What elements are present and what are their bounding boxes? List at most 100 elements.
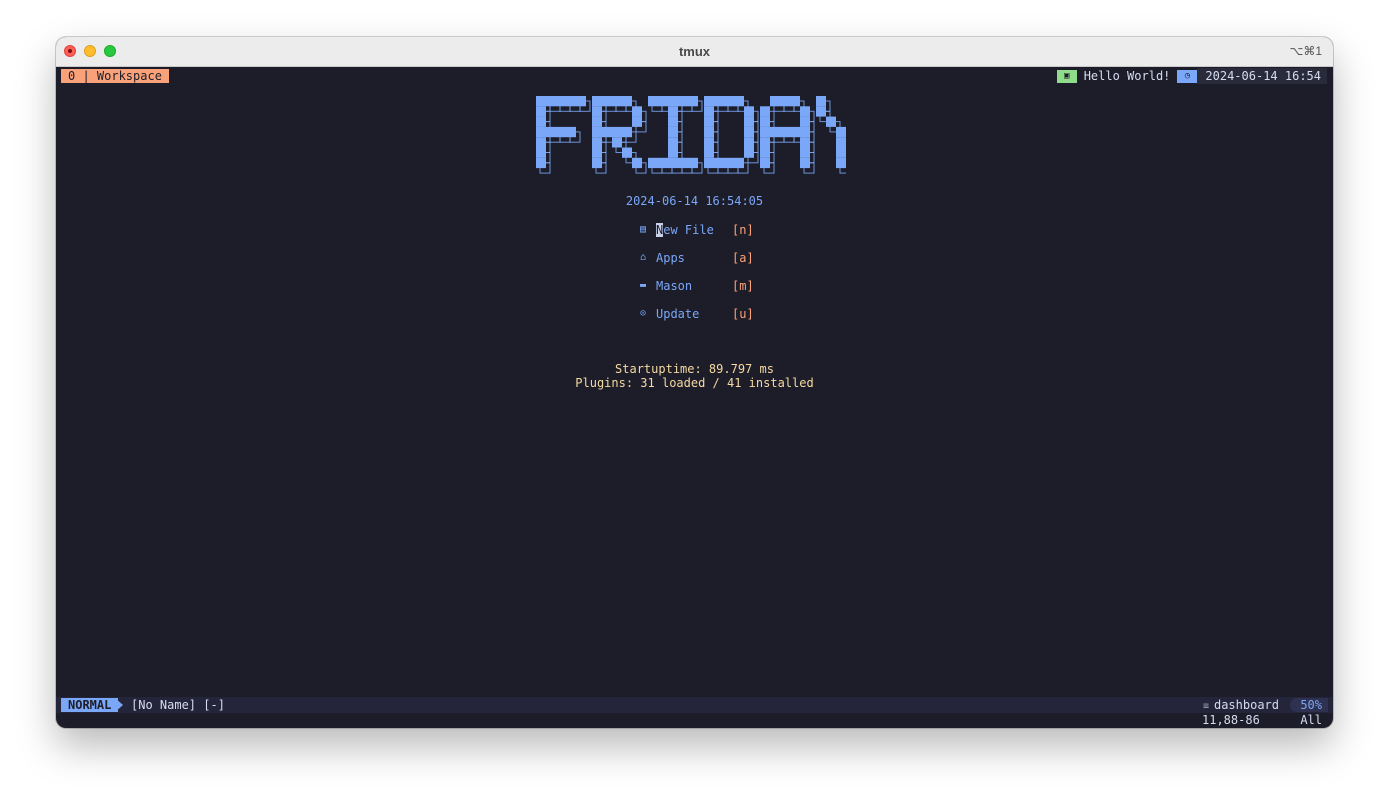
dashboard-date: 2024-06-14 16:54:05 (625, 194, 764, 208)
menu-mason[interactable]: ▬ Mason [m] (640, 278, 760, 294)
logo-block (688, 96, 698, 107)
filetype-label: dashboard (1213, 698, 1279, 712)
window-shortcut: ⌥⌘1 (1289, 44, 1322, 58)
logo-block (780, 126, 790, 138)
logo-block (816, 96, 826, 107)
logo-block (724, 96, 734, 107)
menu-update[interactable]: ⊙ Update [u] (640, 306, 760, 322)
logo-block (668, 157, 678, 169)
logo-block (592, 126, 602, 138)
logo-block (612, 137, 622, 148)
logo-block (632, 116, 642, 127)
logo-block (744, 116, 754, 127)
scroll-indicator: All (1300, 713, 1322, 727)
logo-block (800, 126, 810, 138)
logo-block (714, 96, 724, 107)
logo-block (704, 137, 714, 148)
logo-block (770, 126, 780, 138)
vim-statusline: NORMAL [No Name] [-] ≡ dashboard 50% (56, 697, 1333, 713)
logo-block (836, 126, 846, 138)
logo-block (576, 96, 586, 107)
logo-block (536, 96, 546, 107)
tmux-right-status: ▣ Hello World! ◷ 2024-06-14 16:54 (1056, 68, 1327, 84)
logo-block (566, 96, 576, 107)
logo-block (816, 106, 826, 117)
logo-block (724, 157, 734, 169)
logo-block (622, 96, 632, 107)
logo-block (678, 157, 688, 169)
logo-block (770, 96, 780, 107)
logo-block (760, 147, 770, 158)
logo-block (714, 157, 724, 169)
logo-block (678, 96, 688, 107)
window-title: tmux (678, 44, 711, 59)
menu-apps[interactable]: ⌂ Apps [a] (640, 250, 760, 266)
tmux-datetime: 2024-06-14 16:54 (1197, 68, 1327, 84)
logo-block (704, 96, 714, 107)
logo-block (658, 96, 668, 107)
menu-label: Mason (656, 279, 693, 293)
logo-block (592, 157, 602, 169)
terminal-area[interactable]: 0 | Workspace ▣ Hello World! ◷ 2024-06-1… (56, 67, 1333, 728)
menu-new-file[interactable]: ▤ New File [n] (640, 222, 760, 238)
terminal-icon: ▣ (1056, 69, 1077, 83)
logo-block (536, 106, 546, 117)
logo-block (622, 126, 632, 138)
logo-block (790, 126, 800, 138)
logo-block (704, 157, 714, 169)
title-bar: tmux ⌥⌘1 (56, 37, 1333, 67)
logo-block (760, 126, 770, 138)
logo-block (632, 106, 642, 117)
logo-block (800, 147, 810, 158)
logo-block (536, 147, 546, 158)
update-icon: ⊙ (640, 308, 647, 319)
tmux-session-label[interactable]: 0 | Workspace (61, 69, 169, 83)
logo-block (602, 126, 612, 138)
package-icon: ▬ (640, 280, 647, 291)
menu-key: [m] (732, 279, 754, 293)
logo-block (744, 126, 754, 138)
logo-block (704, 126, 714, 138)
logo-block (744, 137, 754, 148)
menu-label: New File (656, 222, 714, 238)
scroll-percent: 50% (1290, 698, 1328, 712)
filetype: ≡ dashboard (1203, 698, 1279, 714)
logo-block (622, 147, 632, 158)
logo-block (800, 157, 810, 169)
logo-block (536, 126, 546, 138)
menu-key: [a] (732, 251, 754, 265)
startuptime-text: Startuptime: 89.797 ms (615, 362, 774, 376)
tmux-status-bar: 0 | Workspace ▣ Hello World! ◷ 2024-06-1… (56, 67, 1333, 84)
terminal-window: tmux ⌥⌘1 0 | Workspace ▣ Hello World! ◷ … (56, 37, 1333, 728)
logo-block (790, 96, 800, 107)
logo-block (668, 106, 678, 117)
logo-block (668, 116, 678, 127)
friday-logo (536, 96, 846, 174)
logo-block (760, 106, 770, 117)
menu-label: Update (656, 307, 700, 321)
menu-label-rest: ew File (663, 223, 714, 237)
logo-block (800, 106, 810, 117)
logo-block (800, 116, 810, 127)
logo-block (826, 116, 836, 127)
mode-indicator: NORMAL (61, 698, 119, 712)
logo-block (744, 106, 754, 117)
logo-block (592, 137, 602, 148)
logo-block (836, 137, 846, 148)
logo-block (668, 126, 678, 138)
mode-separator (115, 698, 123, 712)
logo-block (592, 96, 602, 107)
logo-block (668, 147, 678, 158)
logo-block (734, 96, 744, 107)
home-icon: ⌂ (640, 252, 647, 263)
logo-block (760, 137, 770, 148)
logo-block (704, 106, 714, 117)
logo-block (760, 157, 770, 169)
calendar-icon: ◷ (1177, 69, 1198, 83)
logo-block (592, 106, 602, 117)
logo-block (668, 137, 678, 148)
logo-block (704, 147, 714, 158)
logo-block (648, 96, 658, 107)
command-line[interactable]: 11,88-86 All (56, 713, 1333, 728)
file-icon: ▤ (640, 224, 647, 235)
